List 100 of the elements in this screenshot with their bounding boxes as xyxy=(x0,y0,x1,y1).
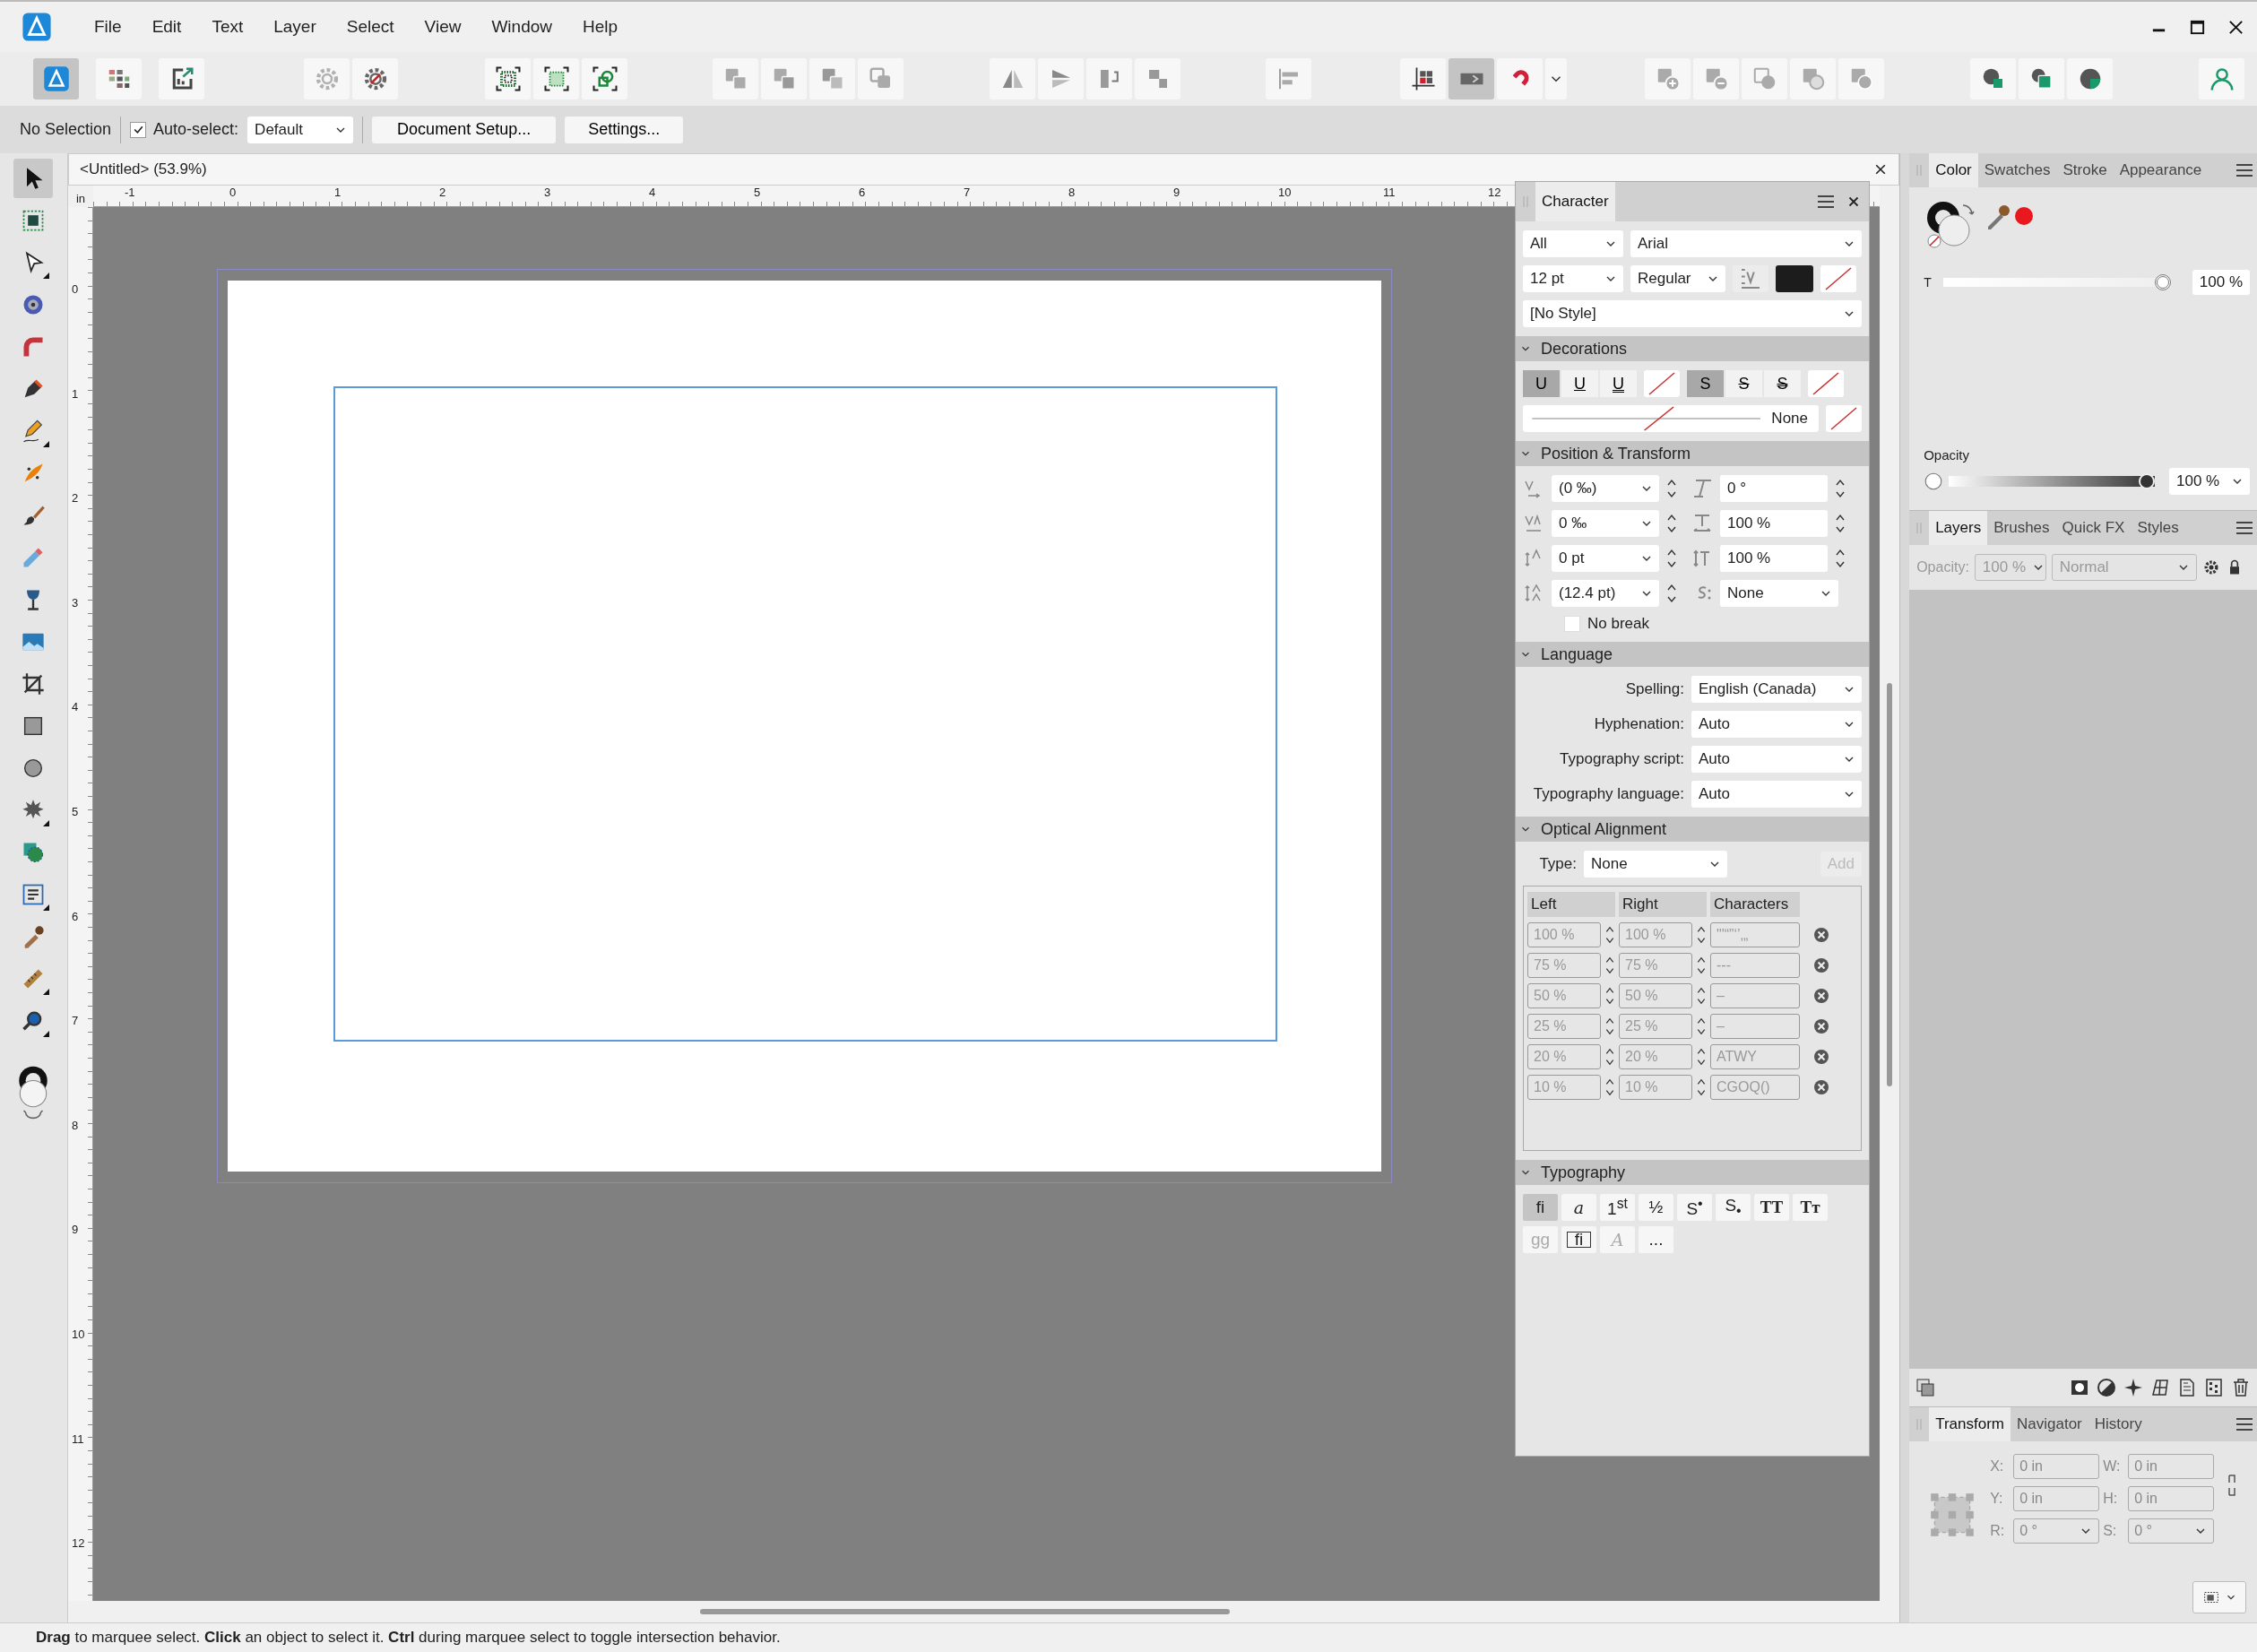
toolbar-button[interactable] xyxy=(2067,58,2113,99)
menu-item[interactable]: Help xyxy=(567,17,634,37)
field-label: W: xyxy=(2103,1458,2122,1475)
language-dropdown[interactable]: Auto xyxy=(1691,711,1862,738)
underline-button[interactable]: U xyxy=(1523,370,1560,397)
font-feature-button[interactable]: S$^{•}$ xyxy=(1677,1194,1712,1221)
none-swatch-icon[interactable] xyxy=(1808,370,1844,397)
half-circle-icon[interactable] xyxy=(2096,1377,2117,1398)
linked-shapes-icon xyxy=(591,65,618,92)
panel-tab[interactable]: Color xyxy=(1929,153,1978,187)
none-swatch-icon[interactable] xyxy=(1820,265,1856,292)
auto-select-checkbox[interactable] xyxy=(130,121,147,138)
font-feature-button[interactable]: Tᴛ xyxy=(1793,1194,1828,1221)
value-dropdown[interactable]: (0 ‰) xyxy=(1552,475,1659,502)
font-feature-button[interactable]: S$_{•}$ xyxy=(1716,1194,1751,1221)
link-icon[interactable] xyxy=(2227,1472,2238,1499)
tint-value[interactable]: 100 % xyxy=(2192,270,2250,295)
context-button[interactable]: Settings... xyxy=(565,116,684,143)
document-tab[interactable]: <Untitled> (53.9%) xyxy=(79,160,207,178)
scrollbar-thumb[interactable] xyxy=(1887,683,1893,1086)
toolbar-button[interactable] xyxy=(352,58,398,99)
tool-button[interactable] xyxy=(13,159,54,198)
value-field[interactable]: 0 ° xyxy=(1720,475,1828,502)
scrollbar-thumb[interactable] xyxy=(699,1609,1230,1614)
menu-item[interactable]: View xyxy=(409,17,477,37)
style-dropdown[interactable]: [No Style] xyxy=(1523,300,1862,327)
panel-tab[interactable]: Character xyxy=(1535,182,1615,221)
font-feature-button[interactable]: ½ xyxy=(1639,1194,1673,1221)
menu-icon[interactable] xyxy=(2235,521,2253,535)
language-dropdown[interactable]: English (Canada) xyxy=(1691,676,1862,703)
underline-button[interactable]: U xyxy=(1600,370,1637,397)
strikethrough-button[interactable]: S xyxy=(1764,370,1801,397)
font-feature-button[interactable]: ... xyxy=(1639,1226,1673,1253)
menu-item[interactable]: Window xyxy=(476,17,567,37)
line-style-dropdown[interactable]: None xyxy=(1523,405,1819,432)
value-field[interactable]: 100 % xyxy=(1720,510,1828,537)
value-dropdown[interactable]: 0 ‰ xyxy=(1552,510,1659,537)
section-header[interactable]: Position & Transform xyxy=(1516,441,1869,466)
toolbar-button[interactable] xyxy=(582,58,627,99)
font-feature-button[interactable]: fi xyxy=(1561,1226,1596,1253)
value-dropdown[interactable]: 0 pt xyxy=(1552,545,1659,572)
menu-item[interactable]: File xyxy=(79,17,137,37)
strikethrough-button[interactable]: S xyxy=(1687,370,1724,397)
field-label: Y: xyxy=(1990,1491,2004,1507)
context-button[interactable]: Document Setup... xyxy=(372,116,557,143)
none-swatch-icon[interactable] xyxy=(1644,370,1680,397)
panel-tab[interactable]: Stroke xyxy=(2056,153,2114,187)
menu-item[interactable]: Layer xyxy=(258,17,332,37)
no-break-checkbox[interactable] xyxy=(1564,616,1580,632)
ruler-label: 5 xyxy=(71,805,79,818)
font-weight-dropdown[interactable]: Regular xyxy=(1630,265,1725,292)
toolbar-button[interactable] xyxy=(2019,58,2064,99)
panel-tab[interactable]: Appearance xyxy=(2113,153,2209,187)
menu-icon[interactable] xyxy=(2235,1417,2253,1431)
underline-button[interactable]: U xyxy=(1561,370,1598,397)
opacity-dropdown[interactable]: 100 % xyxy=(2169,468,2250,495)
value-field[interactable]: 100 % xyxy=(1720,545,1828,572)
toolbar-button[interactable] xyxy=(159,58,204,99)
ruler-label: 4 xyxy=(71,700,79,714)
font-feature-button[interactable]: a xyxy=(1561,1194,1596,1221)
toolbar-button[interactable] xyxy=(1497,58,1543,99)
toolbar-button[interactable] xyxy=(1400,58,1446,99)
menu-icon[interactable] xyxy=(2235,163,2253,177)
grid-warp-icon[interactable] xyxy=(2149,1377,2171,1398)
maximize-icon[interactable] xyxy=(2189,18,2206,36)
scope-dropdown[interactable]: All xyxy=(1523,230,1623,257)
font-size-dropdown[interactable]: 12 pt xyxy=(1523,265,1623,292)
toolbar-button[interactable] xyxy=(533,58,579,99)
section-header[interactable]: Typography xyxy=(1516,1160,1869,1185)
checkmark-icon xyxy=(132,124,144,135)
transform-options-button[interactable] xyxy=(2192,1581,2246,1613)
value-dropdown[interactable]: (12.4 pt) xyxy=(1552,580,1659,607)
menu-icon[interactable] xyxy=(1817,195,1835,209)
language-dropdown[interactable]: Auto xyxy=(1691,781,1862,808)
toolbar-button[interactable] xyxy=(485,58,531,99)
close-icon[interactable] xyxy=(2227,18,2244,36)
font-feature-button[interactable]: fi xyxy=(1523,1194,1558,1221)
value-dropdown[interactable]: None xyxy=(1720,580,1838,607)
text-color-swatch[interactable] xyxy=(1776,265,1813,292)
font-feature-button[interactable]: TT xyxy=(1754,1194,1789,1221)
language-dropdown[interactable]: Auto xyxy=(1691,746,1862,773)
none-swatch-icon[interactable] xyxy=(1826,405,1862,432)
menu-item[interactable]: Text xyxy=(196,17,259,37)
baseline-grid-icon[interactable] xyxy=(1733,265,1768,292)
font-dropdown[interactable]: Arial xyxy=(1630,230,1862,257)
checker-icon[interactable] xyxy=(2203,1377,2225,1398)
toolbar-button[interactable] xyxy=(1970,58,2016,99)
section-header[interactable]: Decorations xyxy=(1516,336,1869,361)
font-feature-button[interactable]: 1$^{st}$ xyxy=(1600,1194,1635,1221)
ruler-label: 9 xyxy=(71,1223,79,1237)
section-header[interactable]: Language xyxy=(1516,642,1869,667)
strikethrough-button[interactable]: S xyxy=(1725,370,1762,397)
panel-tab[interactable]: Swatches xyxy=(1977,153,2057,187)
auto-select-dropdown[interactable]: Default xyxy=(247,116,354,143)
stacked-squares-icon[interactable] xyxy=(1915,1377,1937,1398)
menu-item[interactable]: Select xyxy=(331,17,410,37)
opacity-slider[interactable] xyxy=(1949,473,2155,489)
toolbar-button[interactable] xyxy=(96,58,142,99)
slider-thumb[interactable] xyxy=(2154,274,2171,290)
menu-item[interactable]: Edit xyxy=(136,17,197,37)
